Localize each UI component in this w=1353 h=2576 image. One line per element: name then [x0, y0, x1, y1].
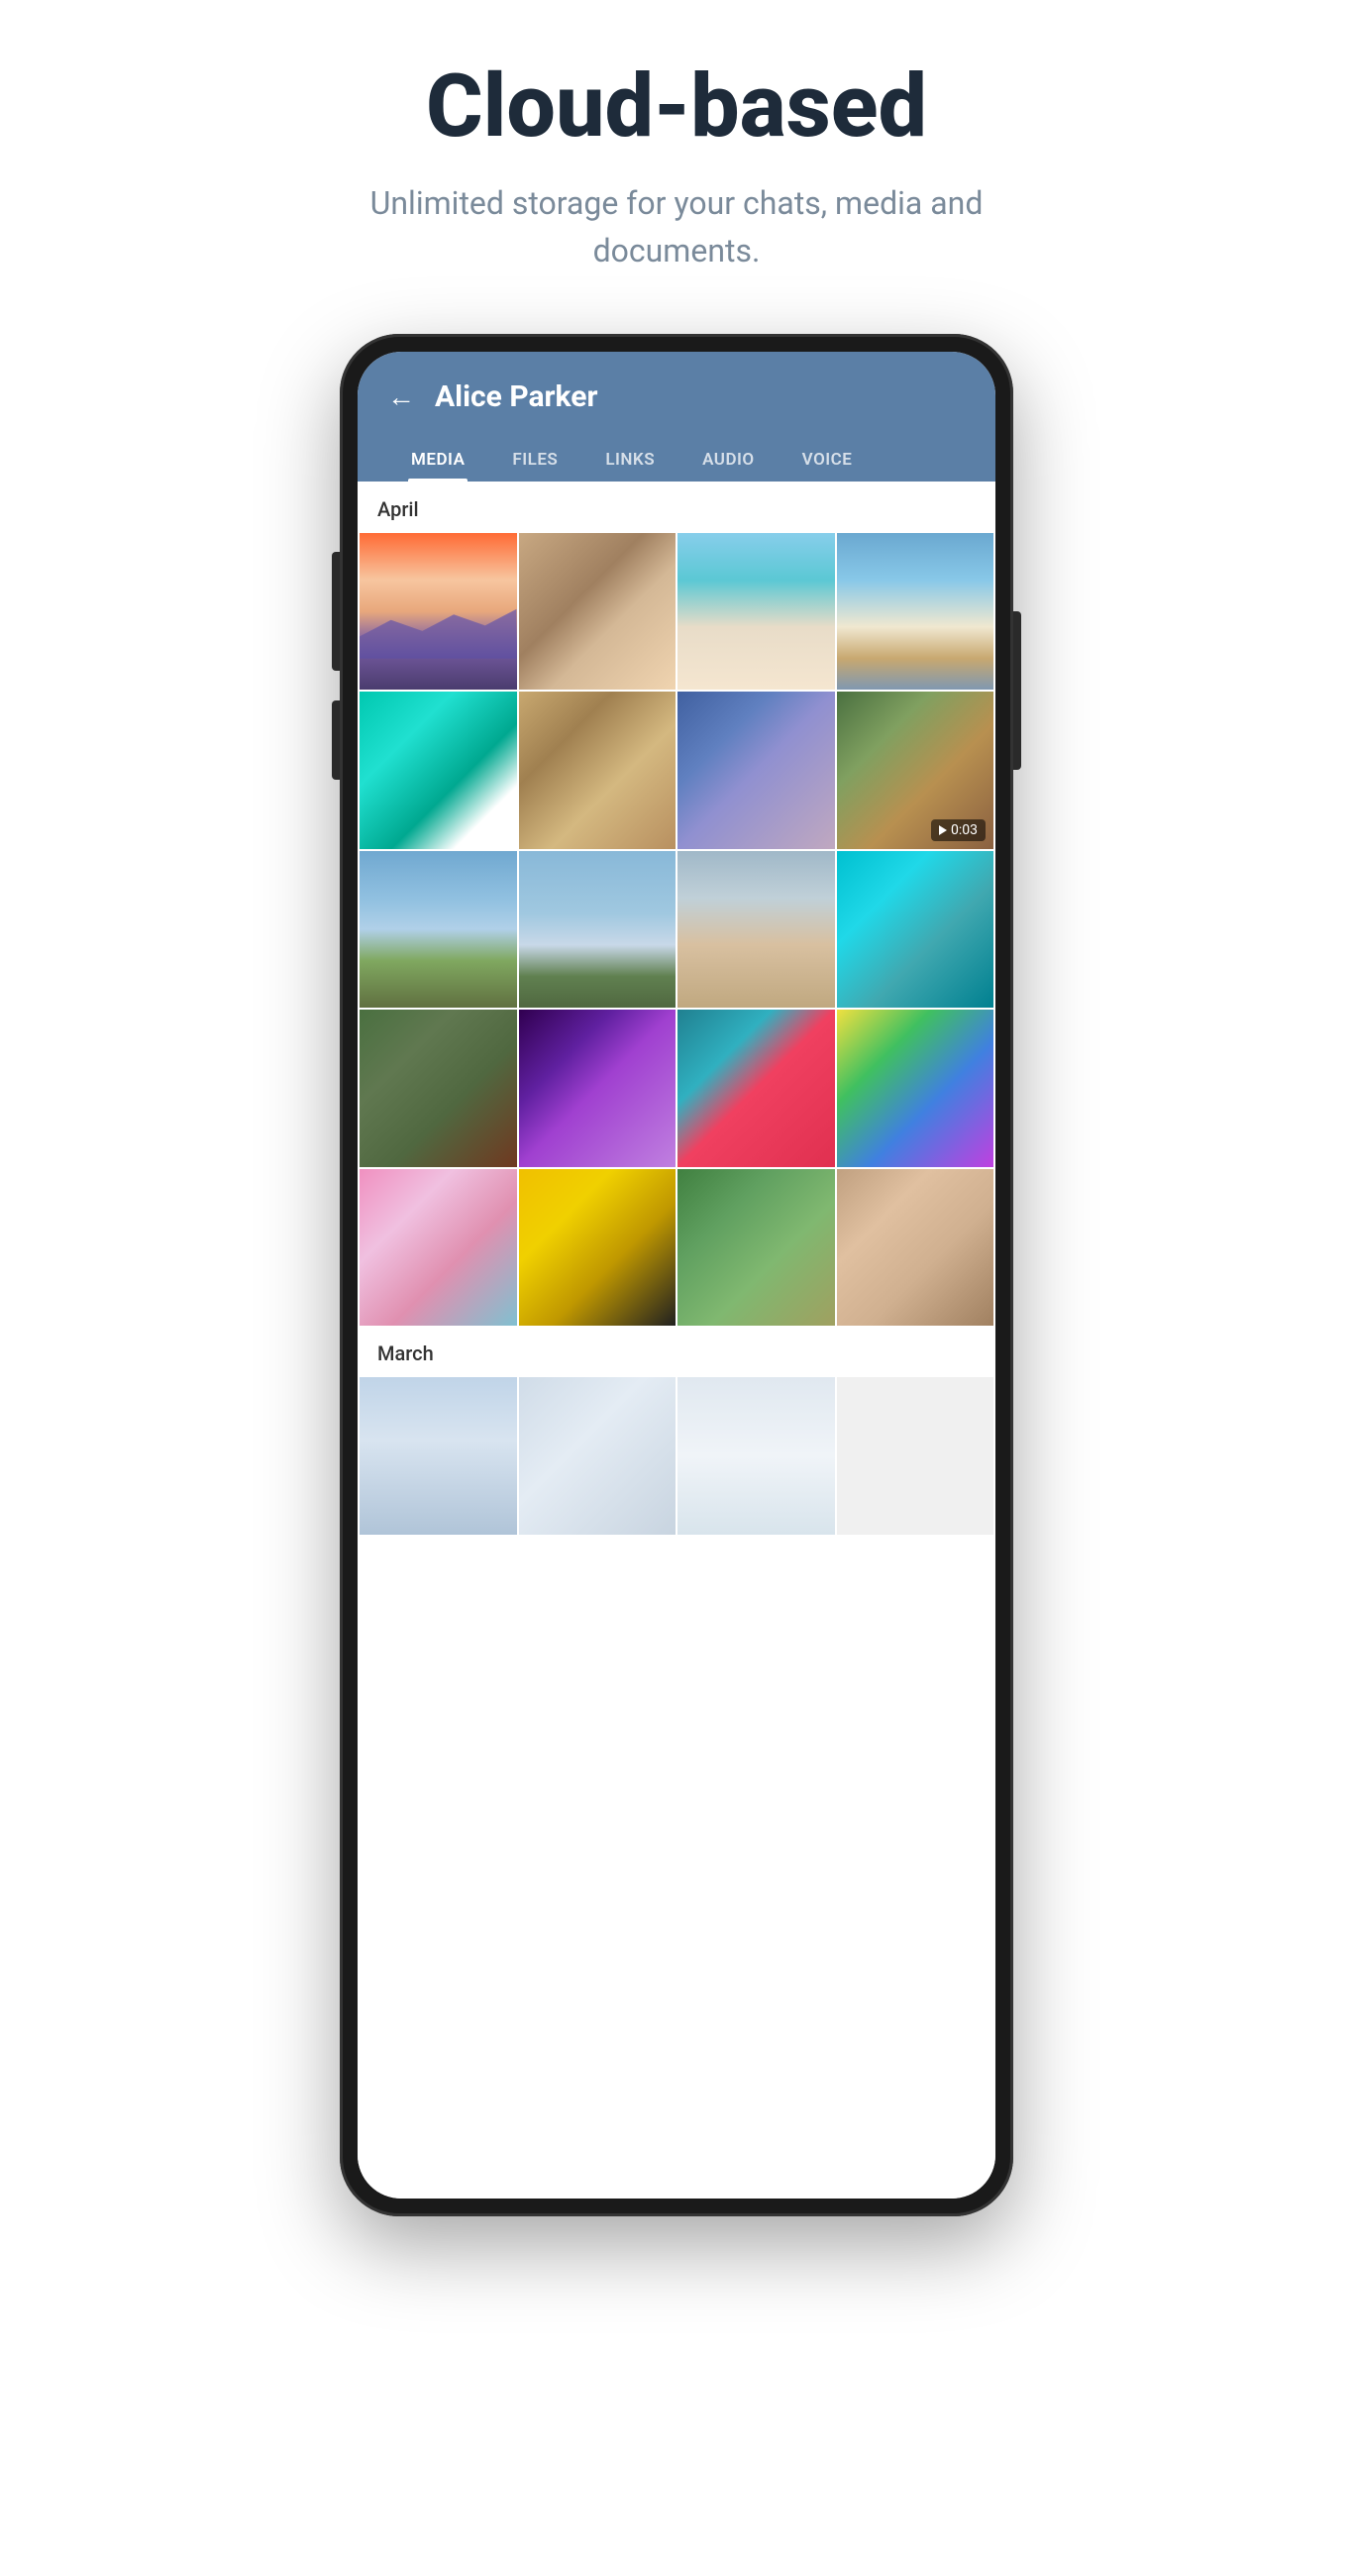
photo-march-1[interactable]	[360, 1377, 517, 1535]
april-photo-grid: 0:03	[358, 533, 995, 1327]
tab-files[interactable]: FILES	[488, 438, 581, 482]
tab-audio[interactable]: AUDIO	[678, 438, 779, 482]
power-button	[1013, 611, 1021, 770]
photo-festival[interactable]	[519, 1010, 676, 1167]
tab-bar: MEDIA FILES LINKS AUDIO VOICE	[387, 438, 966, 482]
header-top: ← Alice Parker	[387, 379, 966, 414]
photo-turtle[interactable]	[837, 851, 994, 1009]
app-header: ← Alice Parker MEDIA FILES LINKS AUDIO V…	[358, 352, 995, 482]
photo-cat[interactable]	[837, 1169, 994, 1327]
photo-lake[interactable]	[360, 851, 517, 1009]
photo-carving[interactable]	[519, 692, 676, 849]
march-photo-grid	[358, 1377, 995, 1535]
photo-drinks[interactable]	[519, 533, 676, 691]
tab-links[interactable]: LINKS	[581, 438, 678, 482]
photo-march-2[interactable]	[519, 1377, 676, 1535]
photo-lifeguard[interactable]	[837, 533, 994, 691]
volume-up-button	[332, 552, 340, 671]
photo-teal-car[interactable]	[677, 1010, 835, 1167]
photo-beach[interactable]	[677, 533, 835, 691]
month-march: March	[358, 1326, 995, 1377]
hero-title: Cloud-based	[426, 59, 927, 156]
tab-media[interactable]: MEDIA	[387, 438, 488, 482]
phone-screen: ← Alice Parker MEDIA FILES LINKS AUDIO V…	[358, 352, 995, 2199]
phone-mockup: ← Alice Parker MEDIA FILES LINKS AUDIO V…	[340, 334, 1013, 2216]
photo-wave[interactable]	[360, 692, 517, 849]
contact-name: Alice Parker	[435, 379, 597, 414]
tab-voice[interactable]: VOICE	[779, 438, 877, 482]
photo-woman[interactable]	[360, 1169, 517, 1327]
month-april: April	[358, 482, 995, 533]
photo-road[interactable]	[677, 851, 835, 1009]
video-time: 0:03	[951, 822, 978, 838]
photo-march-3[interactable]	[677, 1377, 835, 1535]
phone-frame: ← Alice Parker MEDIA FILES LINKS AUDIO V…	[340, 334, 1013, 2216]
photo-calm-lake[interactable]	[519, 851, 676, 1009]
photo-holi[interactable]	[837, 1010, 994, 1167]
photo-sunset[interactable]	[360, 533, 517, 691]
photo-concert[interactable]	[677, 692, 835, 849]
back-button[interactable]: ←	[387, 380, 415, 413]
volume-down-button	[332, 700, 340, 780]
media-content: April	[358, 482, 995, 2199]
photo-yellow-car[interactable]	[519, 1169, 676, 1327]
hero-subtitle: Unlimited storage for your chats, media …	[330, 179, 1023, 274]
photo-march-4[interactable]	[837, 1377, 994, 1535]
photo-car-vintage[interactable]	[360, 1010, 517, 1167]
photo-autumn-video[interactable]: 0:03	[837, 692, 994, 849]
video-duration: 0:03	[931, 819, 986, 841]
photo-lion[interactable]	[677, 1169, 835, 1327]
play-icon	[939, 825, 947, 835]
